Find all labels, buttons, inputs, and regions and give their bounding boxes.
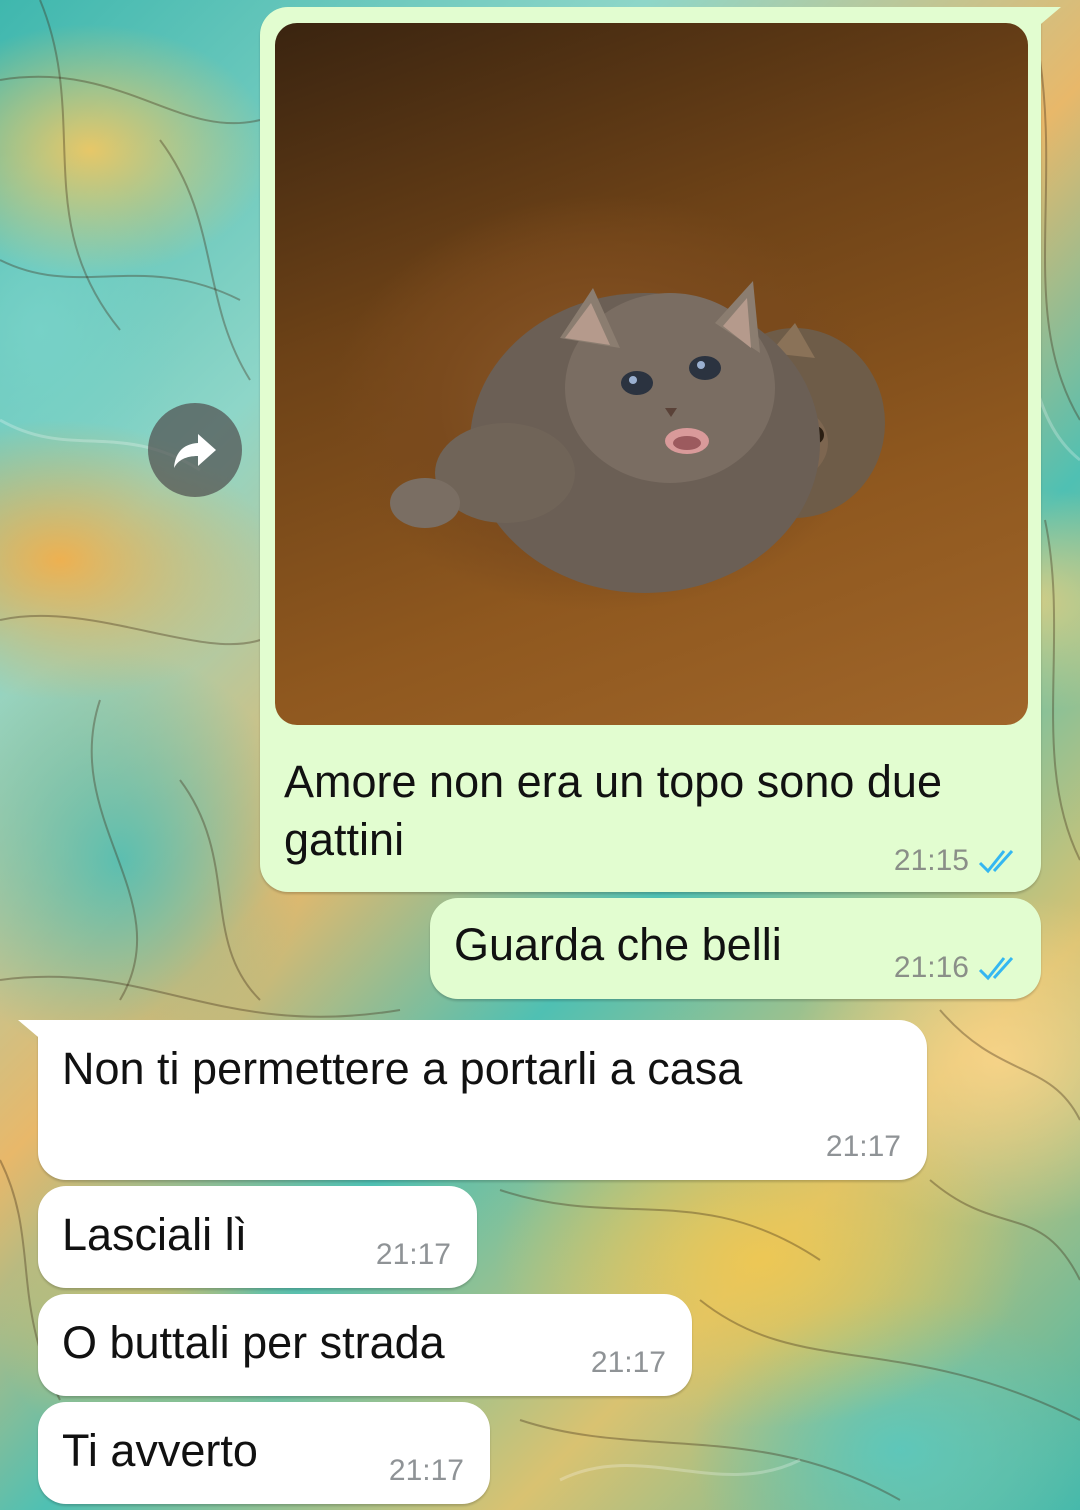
- message-text: O buttali per strada: [62, 1317, 445, 1368]
- message-time: 21:16: [893, 951, 969, 984]
- message-time-row: 21:16: [894, 951, 1021, 985]
- forward-button[interactable]: [148, 403, 242, 497]
- message-time: 21:15: [893, 844, 969, 877]
- message-text: Ti avverto: [62, 1425, 258, 1476]
- double-check-read-icon: [978, 956, 1014, 981]
- message-photo[interactable]: [275, 23, 1028, 725]
- message-bubble[interactable]: Guarda che belli 21:16: [430, 898, 1041, 999]
- kittens-image: [390, 281, 885, 593]
- message-time: 21:17: [375, 1238, 451, 1271]
- message-time-row: 21:15: [894, 844, 1021, 878]
- message-bubble[interactable]: Ti avverto 21:17: [38, 1402, 490, 1504]
- message-time-row: 21:17: [389, 1454, 464, 1488]
- message-text: Non ti permettere a portarli a casa: [62, 1043, 743, 1094]
- bubble-tail: [1035, 7, 1061, 29]
- message-bubble[interactable]: O buttali per strada 21:17: [38, 1294, 692, 1396]
- message-bubble[interactable]: Non ti permettere a portarli a casa 21:1…: [18, 1020, 927, 1180]
- message-time-row: 21:17: [826, 1130, 901, 1164]
- message-text: Lasciali lì: [62, 1209, 248, 1260]
- message-text: Guarda che belli: [454, 919, 782, 970]
- message-time: 21:17: [590, 1346, 666, 1379]
- forward-arrow-icon: [174, 434, 216, 468]
- message-time: 21:17: [825, 1130, 901, 1163]
- double-check-read-icon: [978, 849, 1014, 874]
- message-bubble-image[interactable]: Amore non era un topo sono due gattini 2…: [260, 7, 1061, 892]
- bubble-tail: [18, 1020, 44, 1042]
- message-time-row: 21:17: [376, 1238, 451, 1272]
- message-time: 21:17: [388, 1454, 464, 1487]
- message-bubble[interactable]: Lasciali lì 21:17: [38, 1186, 477, 1288]
- message-time-row: 21:17: [591, 1346, 666, 1380]
